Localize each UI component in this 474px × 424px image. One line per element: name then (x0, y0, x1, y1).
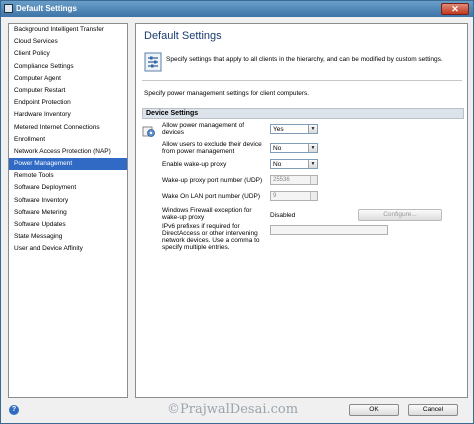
allow-power-management-label: Allow power management of devices (162, 122, 245, 136)
watermark: ©PrajwalDesai.com (167, 402, 299, 417)
proxy-port-spinner[interactable]: 25536 (270, 175, 318, 185)
sidebar-item-software-inventory[interactable]: Software Inventory (9, 195, 127, 207)
sidebar-item-power-management[interactable]: Power Management (9, 158, 127, 171)
spinner-arrows-icon (310, 176, 317, 184)
wake-up-proxy-value: No (273, 161, 282, 168)
allow-exclude-label: Allow users to exclude their device from… (162, 141, 262, 155)
close-button[interactable]: ✕ (441, 3, 469, 15)
sidebar-item-software-deployment[interactable]: Software Deployment (9, 182, 127, 194)
settings-window: Default Settings ✕ Background Intelligen… (0, 0, 474, 424)
sidebar-item-endpoint-protection[interactable]: Endpoint Protection (9, 97, 127, 109)
allow-power-management-select[interactable]: Yes ▼ (270, 124, 318, 134)
wol-port-spinner[interactable]: 9 (270, 191, 318, 201)
ipv6-prefixes-label: IPv6 prefixes if required for DirectAcce… (162, 223, 260, 251)
wol-port-value: 9 (273, 193, 277, 199)
chevron-down-icon: ▼ (308, 125, 317, 133)
ipv6-prefixes-input[interactable] (270, 225, 388, 235)
settings-panel: Default Settings Specify settings that a… (135, 23, 468, 398)
sidebar-item-cloud-services[interactable]: Cloud Services (9, 36, 127, 48)
proxy-port-label: Wake-up proxy port number (UDP) (162, 177, 263, 184)
sidebar-item-compliance-settings[interactable]: Compliance Settings (9, 61, 127, 73)
ok-button[interactable]: OK (349, 404, 399, 416)
sidebar-item-hardware-inventory[interactable]: Hardware Inventory (9, 109, 127, 121)
sidebar-item-computer-agent[interactable]: Computer Agent (9, 73, 127, 85)
section-description: Specify power management settings for cl… (144, 90, 310, 97)
cancel-button[interactable]: Cancel (408, 404, 458, 416)
wol-port-label: Wake On LAN port number (UDP) (162, 193, 261, 200)
settings-category-list: Background Intelligent Transfer Cloud Se… (8, 23, 128, 398)
app-icon (4, 4, 13, 13)
wake-up-proxy-select[interactable]: No ▼ (270, 159, 318, 169)
group-header: Device Settings (142, 108, 464, 119)
page-title: Default Settings (144, 30, 222, 42)
firewall-exception-label: Windows Firewall exception for wake-up p… (162, 207, 252, 221)
sidebar-item-state-messaging[interactable]: State Messaging (9, 231, 127, 243)
sidebar-item-software-updates[interactable]: Software Updates (9, 219, 127, 231)
sidebar-item-client-policy[interactable]: Client Policy (9, 48, 127, 60)
chevron-down-icon: ▼ (308, 160, 317, 168)
proxy-port-value: 25536 (273, 177, 290, 183)
sidebar-item-remote-tools[interactable]: Remote Tools (9, 170, 127, 182)
help-icon[interactable]: ? (9, 405, 19, 415)
allow-exclude-value: No (273, 145, 282, 152)
sidebar-item-software-metering[interactable]: Software Metering (9, 207, 127, 219)
device-settings-group: Device Settings Allow power management o… (142, 108, 464, 268)
sidebar-item-enrollment[interactable]: Enrollment (9, 134, 127, 146)
settings-gear-icon (142, 126, 155, 137)
window-title: Default Settings (16, 4, 77, 13)
sidebar-item-user-and-device-affinity[interactable]: User and Device Affinity (9, 243, 127, 255)
wake-up-proxy-label: Enable wake-up proxy (162, 161, 227, 168)
chevron-down-icon: ▼ (308, 144, 317, 152)
title-bar: Default Settings ✕ (1, 1, 473, 17)
page-description: Specify settings that apply to all clien… (166, 56, 443, 63)
allow-exclude-select[interactable]: No ▼ (270, 143, 318, 153)
spinner-arrows-icon (310, 192, 317, 200)
settings-sliders-icon (144, 52, 162, 72)
allow-power-management-value: Yes (273, 126, 284, 133)
sidebar-item-metered-internet-connections[interactable]: Metered Internet Connections (9, 122, 127, 134)
configure-button[interactable]: Configure... (358, 209, 442, 221)
sidebar-item-network-access-protection[interactable]: Network Access Protection (NAP) (9, 146, 127, 158)
sidebar-item-computer-restart[interactable]: Computer Restart (9, 85, 127, 97)
divider (142, 80, 462, 81)
firewall-exception-value: Disabled (270, 212, 296, 219)
sidebar-item-background-intelligent-transfer[interactable]: Background Intelligent Transfer (9, 24, 127, 36)
